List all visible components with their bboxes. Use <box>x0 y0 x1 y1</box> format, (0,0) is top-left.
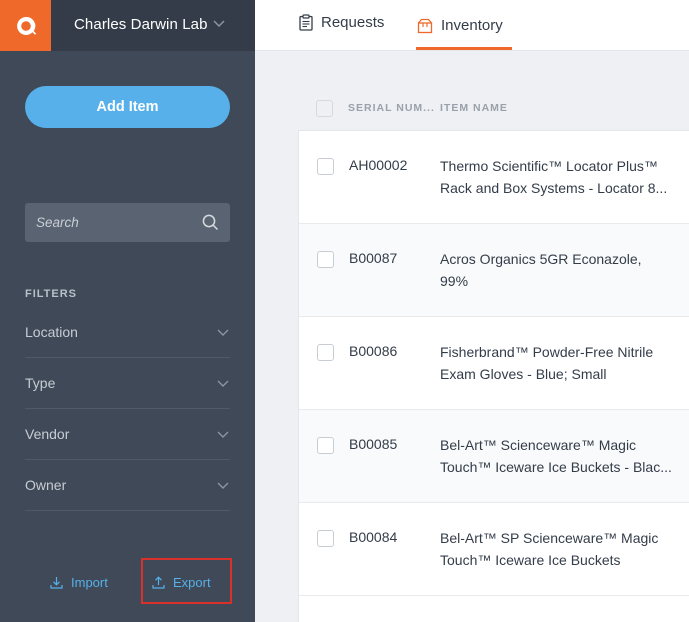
app-logo[interactable] <box>0 0 51 51</box>
serial-number: B00084 <box>349 529 398 545</box>
serial-number: AH00002 <box>349 157 408 173</box>
item-name-line: Rack and Box Systems - Locator 8... <box>440 180 668 196</box>
table-row[interactable]: B00084 Bel-Art™ SP Scienceware™ Magic To… <box>299 503 689 596</box>
filter-vendor[interactable]: Vendor <box>25 409 230 460</box>
clipboard-icon <box>299 14 313 31</box>
table-row[interactable]: B00087 Acros Organics 5GR Econazole, 99% <box>299 224 689 317</box>
item-name-line: Exam Gloves - Blue; Small <box>440 366 607 382</box>
row-checkbox[interactable] <box>317 158 334 175</box>
item-name: Bel-Art™ SP Scienceware™ Magic Touch™ Ic… <box>440 527 680 571</box>
item-name-line: Bel-Art™ Scienceware™ Magic <box>440 437 637 453</box>
serial-number: B00087 <box>349 250 398 266</box>
sidebar-header: Charles Darwin Lab <box>0 0 255 51</box>
upload-icon <box>152 576 165 589</box>
item-name-line: Touch™ Iceware Ice Buckets - Blac... <box>440 459 672 475</box>
column-header-item-name[interactable]: ITEM NAME <box>440 102 508 114</box>
item-name-line: 99% <box>440 273 469 289</box>
item-name-line: Acros Organics 5GR Econazole, <box>440 251 642 267</box>
row-checkbox[interactable] <box>317 344 334 361</box>
top-nav: Requests Inventory <box>255 0 689 51</box>
lab-selector[interactable]: Charles Darwin Lab <box>74 16 208 33</box>
select-all-checkbox[interactable] <box>316 100 333 117</box>
chevron-down-icon <box>217 431 229 438</box>
item-name: Thermo Scientific™ Locator Plus™ Rack an… <box>440 155 680 199</box>
tab-label: Inventory <box>441 17 503 34</box>
chevron-down-icon <box>217 482 229 489</box>
table-row[interactable]: B00086 Fisherbrand™ Powder-Free Nitrile … <box>299 317 689 410</box>
filter-type[interactable]: Type <box>25 358 230 409</box>
item-name-line: Touch™ Iceware Ice Buckets <box>440 552 621 568</box>
serial-number: B00086 <box>349 343 398 359</box>
filter-owner[interactable]: Owner <box>25 460 230 511</box>
filters-heading: FILTERS <box>25 288 78 300</box>
table-row[interactable]: B00085 Bel-Art™ Scienceware™ Magic Touch… <box>299 410 689 503</box>
export-button[interactable]: Export <box>152 575 211 590</box>
column-header-serial[interactable]: SERIAL NUM... <box>348 102 435 114</box>
box-icon <box>417 18 433 33</box>
chevron-down-icon[interactable] <box>212 17 226 31</box>
import-label: Import <box>71 575 108 590</box>
item-name: Acros Organics 5GR Econazole, 99% <box>440 248 680 292</box>
serial-number: B00085 <box>349 436 398 452</box>
tab-requests[interactable]: Requests <box>299 0 384 48</box>
filter-label: Type <box>25 375 56 391</box>
item-name: Fisherbrand™ Powder-Free Nitrile Exam Gl… <box>440 341 680 385</box>
export-label: Export <box>173 575 211 590</box>
search-box <box>25 203 230 242</box>
filter-label: Vendor <box>25 426 70 442</box>
search-input[interactable] <box>25 203 195 242</box>
chevron-down-icon <box>217 380 229 387</box>
row-checkbox[interactable] <box>317 437 334 454</box>
active-tab-indicator <box>416 47 512 50</box>
tab-inventory[interactable]: Inventory <box>417 0 503 51</box>
chevron-down-icon <box>217 329 229 336</box>
table-row[interactable]: AH00002 Thermo Scientific™ Locator Plus™… <box>299 131 689 224</box>
filter-location[interactable]: Location <box>25 307 230 358</box>
import-button[interactable]: Import <box>50 575 108 590</box>
filter-label: Owner <box>25 477 67 493</box>
q-logo-icon <box>16 16 36 35</box>
row-checkbox[interactable] <box>317 251 334 268</box>
row-checkbox[interactable] <box>317 530 334 547</box>
filter-label: Location <box>25 324 78 340</box>
download-icon <box>50 577 63 589</box>
tab-label: Requests <box>321 14 385 31</box>
table-header: SERIAL NUM... ITEM NAME <box>298 90 689 130</box>
item-name: Bel-Art™ Scienceware™ Magic Touch™ Icewa… <box>440 434 680 478</box>
sidebar: Charles Darwin Lab Add Item FILTERS Loca… <box>0 0 255 622</box>
add-item-button[interactable]: Add Item <box>25 86 230 128</box>
item-name-line: Thermo Scientific™ Locator Plus™ <box>440 158 658 174</box>
item-name-line: Fisherbrand™ Powder-Free Nitrile <box>440 344 654 360</box>
inventory-table: AH00002 Thermo Scientific™ Locator Plus™… <box>298 130 689 622</box>
search-icon[interactable] <box>202 214 219 231</box>
item-name-line: Bel-Art™ SP Scienceware™ Magic <box>440 530 659 546</box>
